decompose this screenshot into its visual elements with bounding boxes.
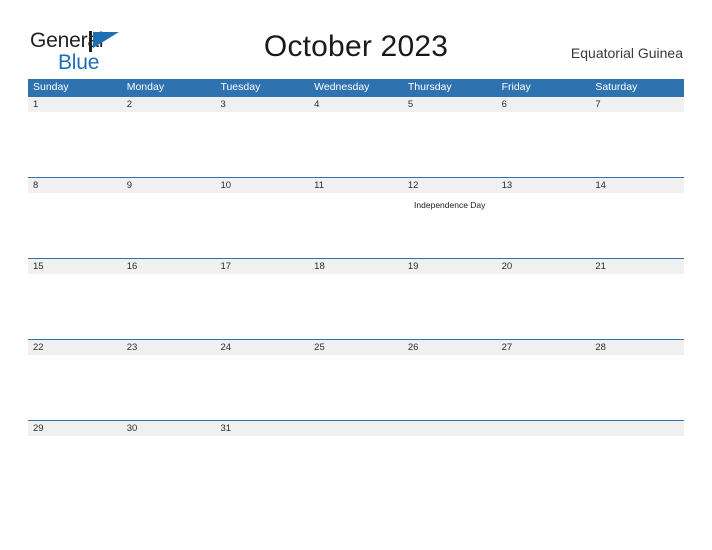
day-cell[interactable]	[122, 193, 216, 258]
day-cell[interactable]	[497, 355, 591, 420]
day-cell[interactable]	[28, 436, 122, 448]
day-number[interactable]: 21	[590, 259, 684, 274]
day-number	[309, 421, 403, 436]
day-number[interactable]: 7	[590, 97, 684, 112]
day-cell[interactable]	[309, 193, 403, 258]
calendar-week-row: 29 30 31	[28, 420, 684, 448]
day-cell[interactable]	[122, 355, 216, 420]
day-cell[interactable]	[309, 355, 403, 420]
country-label: Equatorial Guinea	[570, 45, 683, 61]
day-number[interactable]: 6	[497, 97, 591, 112]
weekday-monday: Monday	[126, 81, 165, 93]
day-number[interactable]: 20	[497, 259, 591, 274]
day-number[interactable]: 3	[215, 97, 309, 112]
calendar-week-row: 1 2 3 4 5 6 7	[28, 96, 684, 177]
day-cell[interactable]	[497, 274, 591, 339]
day-cell[interactable]	[215, 193, 309, 258]
day-number	[497, 421, 591, 436]
day-number[interactable]: 26	[403, 340, 497, 355]
day-number[interactable]: 25	[309, 340, 403, 355]
day-number[interactable]: 2	[122, 97, 216, 112]
day-cell[interactable]	[215, 274, 309, 339]
calendar-grid: Sunday Monday Tuesday Wednesday Thursday…	[28, 79, 684, 448]
weekday-header-row: Sunday Monday Tuesday Wednesday Thursday…	[28, 79, 684, 96]
day-number[interactable]: 10	[215, 178, 309, 193]
calendar-week-row: 8 9 10 11 12 13 14 Independence Day	[28, 177, 684, 258]
day-cell[interactable]	[28, 193, 122, 258]
day-number[interactable]: 22	[28, 340, 122, 355]
day-number[interactable]: 9	[122, 178, 216, 193]
day-number[interactable]: 17	[215, 259, 309, 274]
day-number[interactable]: 30	[122, 421, 216, 436]
weekday-sunday: Sunday	[33, 81, 69, 93]
day-cell	[403, 436, 497, 448]
week-date-band: 1 2 3 4 5 6 7	[28, 96, 684, 112]
day-number[interactable]: 1	[28, 97, 122, 112]
calendar-page: General Blue October 2023 Equatorial Gui…	[0, 0, 712, 550]
week-event-band	[28, 355, 684, 420]
day-number[interactable]: 14	[590, 178, 684, 193]
week-date-band: 22 23 24 25 26 27 28	[28, 339, 684, 355]
day-cell-independence-day[interactable]: Independence Day	[403, 193, 497, 258]
day-cell[interactable]	[215, 436, 309, 448]
weekday-saturday: Saturday	[595, 81, 638, 93]
week-event-band	[28, 436, 684, 448]
day-number[interactable]: 11	[309, 178, 403, 193]
day-number[interactable]: 27	[497, 340, 591, 355]
day-cell[interactable]	[215, 355, 309, 420]
day-cell[interactable]	[309, 274, 403, 339]
day-number[interactable]: 13	[497, 178, 591, 193]
day-cell[interactable]	[28, 112, 122, 177]
day-number[interactable]: 23	[122, 340, 216, 355]
day-number[interactable]: 8	[28, 178, 122, 193]
day-cell[interactable]	[403, 112, 497, 177]
calendar-week-row: 15 16 17 18 19 20 21	[28, 258, 684, 339]
page-header: General Blue October 2023 Equatorial Gui…	[0, 0, 712, 78]
day-cell[interactable]	[122, 112, 216, 177]
weekday-thursday: Thursday	[407, 81, 452, 93]
day-cell[interactable]	[28, 355, 122, 420]
day-cell[interactable]	[497, 112, 591, 177]
weekday-tuesday: Tuesday	[220, 81, 261, 93]
day-cell[interactable]	[590, 274, 684, 339]
day-cell[interactable]	[215, 112, 309, 177]
day-cell[interactable]	[122, 436, 216, 448]
day-number[interactable]: 5	[403, 97, 497, 112]
day-number[interactable]: 29	[28, 421, 122, 436]
day-cell[interactable]	[309, 112, 403, 177]
week-date-band: 29 30 31	[28, 420, 684, 436]
day-cell	[309, 436, 403, 448]
day-cell[interactable]	[403, 274, 497, 339]
day-cell	[497, 436, 591, 448]
day-number[interactable]: 24	[215, 340, 309, 355]
calendar-week-row: 22 23 24 25 26 27 28	[28, 339, 684, 420]
day-number[interactable]: 28	[590, 340, 684, 355]
day-number[interactable]: 16	[122, 259, 216, 274]
day-cell[interactable]	[590, 355, 684, 420]
weekday-friday: Friday	[501, 81, 531, 93]
day-number[interactable]: 15	[28, 259, 122, 274]
day-number[interactable]: 12	[403, 178, 497, 193]
day-cell	[590, 436, 684, 448]
day-cell[interactable]	[590, 112, 684, 177]
day-number[interactable]: 31	[215, 421, 309, 436]
day-number	[403, 421, 497, 436]
day-number[interactable]: 19	[403, 259, 497, 274]
day-cell[interactable]	[590, 193, 684, 258]
week-date-band: 8 9 10 11 12 13 14	[28, 177, 684, 193]
week-date-band: 15 16 17 18 19 20 21	[28, 258, 684, 274]
day-event-label: Independence Day	[414, 200, 486, 210]
week-event-band: Independence Day	[28, 193, 684, 258]
day-cell[interactable]	[403, 355, 497, 420]
week-event-band	[28, 274, 684, 339]
day-number[interactable]: 18	[309, 259, 403, 274]
day-cell[interactable]	[28, 274, 122, 339]
week-event-band	[28, 112, 684, 177]
day-number	[590, 421, 684, 436]
day-cell[interactable]	[497, 193, 591, 258]
day-cell[interactable]	[122, 274, 216, 339]
day-number[interactable]: 4	[309, 97, 403, 112]
weekday-wednesday: Wednesday	[314, 81, 370, 93]
